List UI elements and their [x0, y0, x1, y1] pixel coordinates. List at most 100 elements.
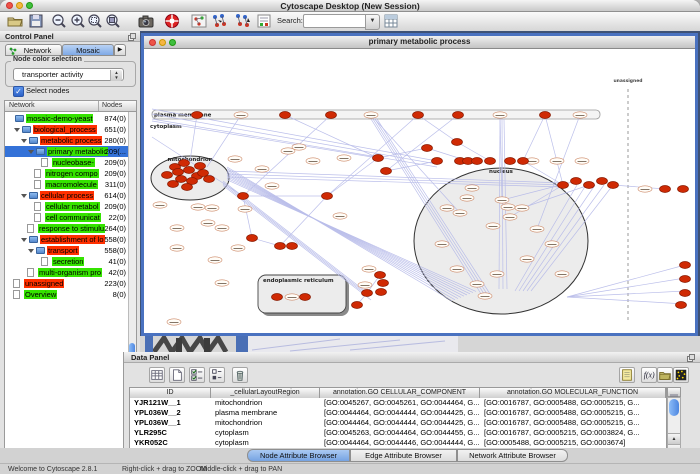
selected-gene-node[interactable]: [680, 276, 691, 283]
search-input[interactable]: [303, 14, 367, 28]
gene-node[interactable]: [153, 202, 167, 208]
gene-node[interactable]: [228, 156, 242, 162]
table-cell[interactable]: [GO:0045267, GO:0045261, GO:0044464, G..…: [320, 398, 480, 408]
selected-gene-node[interactable]: [375, 272, 386, 279]
selected-gene-node[interactable]: [204, 176, 215, 183]
table-cell[interactable]: plasma membrane: [211, 408, 320, 418]
selected-gene-node[interactable]: [376, 289, 387, 296]
apply-layout-b-icon[interactable]: [234, 13, 252, 29]
tree-row[interactable]: unassigned223(0): [5, 278, 129, 289]
table-cell[interactable]: YPL036W__2: [130, 408, 211, 418]
tree-row[interactable]: nitrogen compo209(0): [5, 168, 129, 179]
scroll-up-icon[interactable]: ▲: [668, 433, 680, 444]
select-nodes-checkbox[interactable]: ✓: [13, 86, 24, 97]
tree-row[interactable]: primary metabolic209(...: [5, 146, 129, 157]
selected-gene-node[interactable]: [558, 182, 569, 189]
delete-attributes-trash-icon[interactable]: [232, 367, 248, 383]
zoom-selected-region-icon[interactable]: [86, 13, 104, 29]
selected-gene-node[interactable]: [179, 160, 190, 167]
selected-gene-node[interactable]: [322, 193, 333, 200]
selected-gene-node[interactable]: [680, 290, 691, 297]
attribute-table[interactable]: ID_cellularLayoutRegionannotation.GO CEL…: [129, 387, 667, 455]
function-builder-icon[interactable]: f(x): [641, 367, 657, 383]
table-cell[interactable]: mitochondrion: [211, 398, 320, 408]
network-canvas[interactable]: plasma membranecytoplasmmitochondrionnuc…: [147, 49, 692, 331]
selected-gene-node[interactable]: [453, 112, 464, 119]
selected-gene-node[interactable]: [505, 158, 516, 165]
help-lifering-icon[interactable]: [163, 13, 181, 29]
tree-row[interactable]: macromolecule311(0): [5, 179, 129, 190]
gene-node[interactable]: [255, 166, 269, 172]
selected-gene-node[interactable]: [680, 262, 691, 269]
float-panel-icon[interactable]: [128, 33, 136, 41]
selected-gene-node[interactable]: [182, 184, 193, 191]
expand-triangle-icon[interactable]: [28, 150, 34, 154]
selected-gene-node[interactable]: [432, 158, 443, 165]
gene-node[interactable]: [638, 186, 652, 192]
selected-gene-node[interactable]: [192, 112, 203, 119]
gene-node[interactable]: [362, 266, 376, 272]
tree-row[interactable]: establishment of lo558(0): [5, 234, 129, 245]
gene-node[interactable]: [545, 241, 559, 247]
gene-node[interactable]: [205, 205, 219, 211]
gene-node[interactable]: [550, 158, 564, 164]
gene-node[interactable]: [364, 112, 378, 118]
selected-gene-node[interactable]: [660, 186, 671, 193]
table-column-header[interactable]: annotation.GO CELLULAR_COMPONENT: [320, 388, 480, 398]
gene-node[interactable]: [495, 197, 509, 203]
gene-node[interactable]: [501, 204, 515, 210]
selected-gene-node[interactable]: [381, 168, 392, 175]
table-corner-button[interactable]: [667, 387, 681, 397]
gene-node[interactable]: [493, 112, 507, 118]
gene-node[interactable]: [503, 214, 517, 220]
footer-tab-node-attribute-browser[interactable]: Node Attribute Browser: [247, 449, 350, 462]
gene-node[interactable]: [333, 213, 347, 219]
tab-mosaic[interactable]: Mosaic: [62, 44, 114, 56]
import-attributes-folder-icon[interactable]: [657, 367, 673, 383]
gene-node[interactable]: [234, 112, 248, 118]
selected-gene-node[interactable]: [238, 193, 249, 200]
select-all-attributes-icon[interactable]: [149, 367, 165, 383]
tree-row[interactable]: transport558(0): [5, 245, 129, 256]
selected-gene-node[interactable]: [608, 182, 619, 189]
table-cell[interactable]: [GO:0044464, GO:0044444, GO:0044425, G..…: [320, 408, 480, 418]
tab-network[interactable]: Network: [5, 44, 62, 56]
gene-node[interactable]: [215, 280, 229, 286]
selected-gene-node[interactable]: [362, 290, 373, 297]
selected-gene-node[interactable]: [452, 139, 463, 146]
selected-gene-node[interactable]: [472, 158, 483, 165]
node-color-dropdown[interactable]: transporter activity ▲▼: [13, 68, 124, 81]
selected-gene-node[interactable]: [485, 158, 496, 165]
vizmapper-icon[interactable]: [255, 13, 273, 29]
footer-tab-network-attribute-browser[interactable]: Network Attribute Browser: [457, 449, 568, 462]
table-cell[interactable]: [GO:0016787, GO:0005215, GO:0003824, G..…: [480, 428, 666, 438]
table-cell[interactable]: YLR295C: [130, 428, 211, 438]
tree-row[interactable]: mosaic-demo-yeast874(0): [5, 113, 129, 124]
selected-gene-node[interactable]: [272, 294, 283, 301]
table-column-header[interactable]: _cellularLayoutRegion: [211, 388, 320, 398]
selected-gene-node[interactable]: [280, 112, 291, 119]
table-cell[interactable]: [GO:0044464, GO:0044444, GO:0044425, G..…: [320, 418, 480, 428]
table-cell[interactable]: [GO:0016787, GO:0005488, GO:0005215, G..…: [480, 398, 666, 408]
snapshot-camera-icon[interactable]: [137, 13, 155, 29]
gene-node[interactable]: [337, 155, 351, 161]
selected-gene-node[interactable]: [195, 163, 206, 170]
selected-gene-node[interactable]: [326, 112, 337, 119]
table-cell[interactable]: [GO:0016787, GO:0005488, GO:0005215, G..…: [480, 418, 666, 428]
unselect-attributes-icon[interactable]: [209, 367, 225, 383]
gene-node[interactable]: [453, 210, 467, 216]
annotation-notes-icon[interactable]: [619, 367, 635, 383]
zoom-out-icon[interactable]: [50, 13, 68, 29]
tree-row[interactable]: cell communicat22(0): [5, 212, 129, 223]
gene-node[interactable]: [520, 256, 534, 262]
selected-gene-node[interactable]: [168, 181, 179, 188]
selected-gene-node[interactable]: [373, 155, 384, 162]
tree-row[interactable]: cellular metabol209(0): [5, 201, 129, 212]
gene-node[interactable]: [515, 205, 529, 211]
gene-node[interactable]: [440, 205, 454, 211]
gene-node[interactable]: [435, 241, 449, 247]
selected-gene-node[interactable]: [678, 186, 689, 193]
selected-gene-node[interactable]: [413, 112, 424, 119]
gene-node[interactable]: [530, 226, 544, 232]
selected-gene-node[interactable]: [287, 243, 298, 250]
